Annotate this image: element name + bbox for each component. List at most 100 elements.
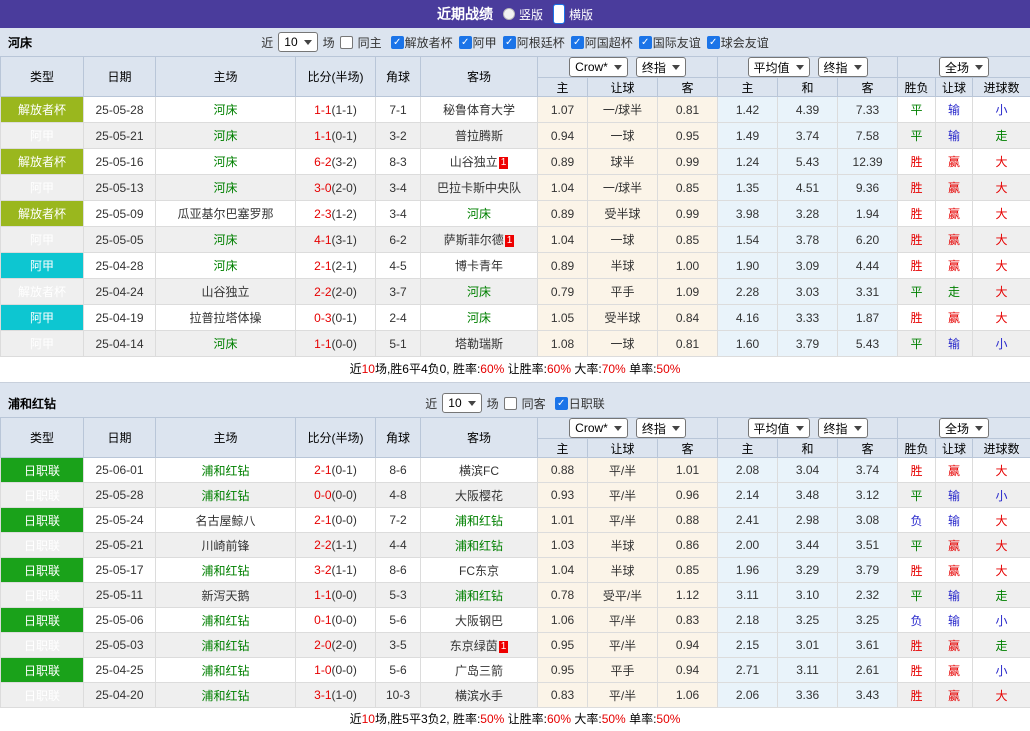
col-wdl: 胜负: [898, 78, 936, 97]
league-badge: 阿甲: [1, 305, 84, 331]
result-wdl: 胜: [898, 175, 936, 201]
same-away-checkbox[interactable]: [504, 397, 517, 410]
avg-home: 2.41: [718, 508, 778, 533]
league-filter-list: ✓解放者杯 ✓阿甲 ✓阿根廷杯 ✓阿国超杯 ✓国际友谊 ✓球会友谊: [387, 34, 769, 51]
league-checkbox[interactable]: ✓: [707, 36, 720, 49]
match-date: 25-05-09: [84, 201, 156, 227]
avg-away: 12.39: [838, 149, 898, 175]
odds-home: 1.06: [538, 608, 588, 633]
table-row: 日职联25-05-24名古屋鲸八2-1(0-0)7-2浦和红钻1.01平/半0.…: [1, 508, 1030, 533]
league-filter-item[interactable]: ✓阿甲: [459, 34, 497, 51]
fulltime-score: 2-1: [314, 259, 331, 273]
col-corner: 角球: [376, 57, 421, 97]
corner-score: 5-3: [376, 583, 421, 608]
result-handicap: 赢: [936, 253, 973, 279]
final-index-select-2[interactable]: 终指: [818, 418, 868, 438]
red-card-badge: 1: [499, 157, 509, 169]
result-goals: 大: [973, 253, 1030, 279]
league-filter-item[interactable]: ✓阿国超杯: [571, 34, 633, 51]
chevron-down-icon: [672, 426, 680, 431]
col-home: 主场: [156, 57, 296, 97]
away-team: 浦和红钻: [421, 583, 538, 608]
score: 4-1(3-1): [296, 227, 376, 253]
horizontal-radio-icon[interactable]: [553, 4, 565, 24]
vertical-radio-icon[interactable]: [503, 8, 515, 20]
odds-away: 1.01: [658, 458, 718, 483]
match-count-select[interactable]: 10: [442, 393, 481, 413]
result-goals: 大: [973, 508, 1030, 533]
league-badge: 日职联: [1, 483, 84, 508]
final-index-select-2[interactable]: 终指: [818, 57, 868, 77]
halftime-score: (0-0): [332, 513, 357, 527]
away-team-name: 山谷独立: [450, 155, 498, 169]
away-team: 浦和红钻: [421, 508, 538, 533]
league-badge: 日职联: [1, 633, 84, 658]
league-checkbox[interactable]: ✓: [639, 36, 652, 49]
fulltime-score: 2-2: [314, 538, 331, 552]
fulltime-score: 2-2: [314, 285, 331, 299]
league-filter-item[interactable]: ✓日职联: [555, 395, 605, 412]
avg-home: 2.14: [718, 483, 778, 508]
score: 0-0(0-0): [296, 483, 376, 508]
full-match-select[interactable]: 全场: [939, 418, 989, 438]
avg-home: 2.06: [718, 683, 778, 708]
league-checkbox[interactable]: ✓: [571, 36, 584, 49]
col-avg-away: 客: [838, 439, 898, 458]
average-select[interactable]: 平均值: [748, 418, 810, 438]
match-date: 25-05-17: [84, 558, 156, 583]
away-team-name: 东京绿茵: [450, 639, 498, 653]
final-index-select[interactable]: 终指: [636, 418, 686, 438]
league-badge: 阿甲: [1, 123, 84, 149]
summary-segment: 60%: [547, 362, 571, 376]
away-team: 博卡青年: [421, 253, 538, 279]
avg-home: 1.42: [718, 97, 778, 123]
league-filter-item[interactable]: ✓阿根廷杯: [503, 34, 565, 51]
league-badge: 解放者杯: [1, 279, 84, 305]
results-table: 类型 日期 主场 比分(半场) 角球 客场 Crow* 终指 平均值 终指: [0, 417, 1030, 708]
layout-vertical-option[interactable]: 竖版: [503, 6, 543, 23]
corner-score: 3-2: [376, 123, 421, 149]
league-badge: 解放者杯: [1, 201, 84, 227]
handicap: 受半球: [588, 201, 658, 227]
away-team: 大阪樱花: [421, 483, 538, 508]
league-badge: 日职联: [1, 608, 84, 633]
bookmaker-select[interactable]: Crow*: [569, 57, 628, 77]
away-team: 东京绿茵1: [421, 633, 538, 658]
summary-segment: 60%: [480, 362, 504, 376]
full-match-select[interactable]: 全场: [939, 57, 989, 77]
avg-draw: 5.43: [778, 149, 838, 175]
odds-away: 0.94: [658, 633, 718, 658]
col-avg-home: 主: [718, 78, 778, 97]
title-bar: 近期战绩 竖版 横版: [0, 0, 1030, 28]
league-checkbox[interactable]: ✓: [555, 397, 568, 410]
table-row: 解放者杯25-05-09瓜亚基尔巴塞罗那2-3(1-2)3-4河床0.89受半球…: [1, 201, 1030, 227]
league-checkbox[interactable]: ✓: [391, 36, 404, 49]
halftime-score: (1-1): [332, 563, 357, 577]
avg-draw: 3.33: [778, 305, 838, 331]
league-checkbox[interactable]: ✓: [459, 36, 472, 49]
average-select[interactable]: 平均值: [748, 57, 810, 77]
final-index-select[interactable]: 终指: [636, 57, 686, 77]
summary-segment: 让胜率:: [504, 712, 547, 726]
avg-draw: 3.78: [778, 227, 838, 253]
league-filter-item[interactable]: ✓国际友谊: [639, 34, 701, 51]
layout-horizontal-option[interactable]: 横版: [553, 4, 593, 24]
league-filter-item[interactable]: ✓解放者杯: [391, 34, 453, 51]
fulltime-score: 2-1: [314, 463, 331, 477]
bookmaker-select[interactable]: Crow*: [569, 418, 628, 438]
league-badge: 日职联: [1, 508, 84, 533]
result-wdl: 平: [898, 97, 936, 123]
handicap: 半球: [588, 558, 658, 583]
same-home-checkbox[interactable]: [340, 36, 353, 49]
table-row: 日职联25-05-28浦和红钻0-0(0-0)4-8大阪樱花0.93平/半0.9…: [1, 483, 1030, 508]
avg-away: 1.87: [838, 305, 898, 331]
corner-score: 8-6: [376, 458, 421, 483]
avg-draw: 3.01: [778, 633, 838, 658]
league-checkbox[interactable]: ✓: [503, 36, 516, 49]
league-filter-list: ✓日职联: [551, 395, 605, 412]
league-filter-item[interactable]: ✓球会友谊: [707, 34, 769, 51]
match-count-select[interactable]: 10: [278, 32, 317, 52]
col-score: 比分(半场): [296, 418, 376, 458]
col-away: 客场: [421, 57, 538, 97]
result-goals: 大: [973, 175, 1030, 201]
